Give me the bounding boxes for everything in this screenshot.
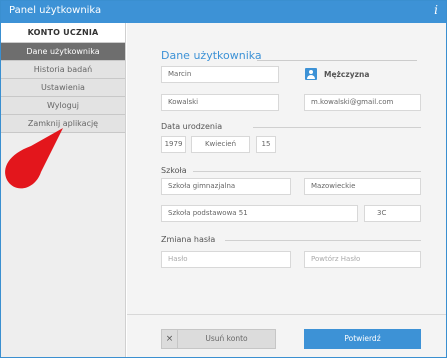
repeat-password-field[interactable]: Powtórz Hasło xyxy=(304,251,421,268)
password-field[interactable]: Hasło xyxy=(161,251,291,268)
delete-account-button[interactable]: × Usuń konto xyxy=(161,329,276,349)
sidebar-header: KONTO UCZNIA xyxy=(1,23,125,43)
sidebar-item-close-app[interactable]: Zamknij aplikację xyxy=(1,115,125,133)
school-label: Szkoła xyxy=(161,166,187,175)
footer-divider xyxy=(127,314,446,315)
birth-date-label: Data urodzenia xyxy=(161,122,223,131)
main-panel: Dane użytkownika Marcin Mężczyzna Kowals… xyxy=(127,23,446,357)
email-field[interactable]: m.kowalski@gmail.com xyxy=(304,94,421,111)
close-icon: × xyxy=(162,330,178,348)
birth-month-field[interactable]: Kwiecień xyxy=(191,136,250,153)
birth-date-divider xyxy=(253,127,421,128)
password-change-label: Zmiana hasła xyxy=(161,235,216,244)
user-icon xyxy=(305,68,317,80)
birth-year-field[interactable]: 1979 xyxy=(161,136,186,153)
sidebar-item-settings[interactable]: Ustawienia xyxy=(1,79,125,97)
window-title: Panel użytkownika xyxy=(9,5,102,16)
password-divider xyxy=(225,240,421,241)
region-field[interactable]: Mazowieckie xyxy=(304,178,421,195)
school-type-field[interactable]: Szkoła gimnazjalna xyxy=(161,178,291,195)
school-name-field[interactable]: Szkoła podstawowa 51 xyxy=(161,205,358,222)
title-divider xyxy=(257,60,417,61)
class-field[interactable]: 3C xyxy=(364,205,421,222)
app-window: Panel użytkownika i KONTO UCZNIA Dane uż… xyxy=(0,0,447,358)
first-name-field[interactable]: Marcin xyxy=(161,66,279,83)
birth-day-field[interactable]: 15 xyxy=(256,136,276,153)
title-bar: Panel użytkownika i xyxy=(1,1,446,23)
sidebar-item-user-data[interactable]: Dane użytkownika xyxy=(1,43,125,61)
sidebar: KONTO UCZNIA Dane użytkownika Historia b… xyxy=(1,23,126,357)
page-title: Dane użytkownika xyxy=(161,49,262,62)
gender-label[interactable]: Mężczyzna xyxy=(324,70,369,79)
school-divider xyxy=(193,171,421,172)
delete-account-label: Usuń konto xyxy=(205,334,248,343)
info-icon[interactable]: i xyxy=(434,3,438,17)
last-name-field[interactable]: Kowalski xyxy=(161,94,279,111)
sidebar-item-test-history[interactable]: Historia badań xyxy=(1,61,125,79)
sidebar-item-logout[interactable]: Wyloguj xyxy=(1,97,125,115)
confirm-button[interactable]: Potwierdź xyxy=(304,329,421,349)
